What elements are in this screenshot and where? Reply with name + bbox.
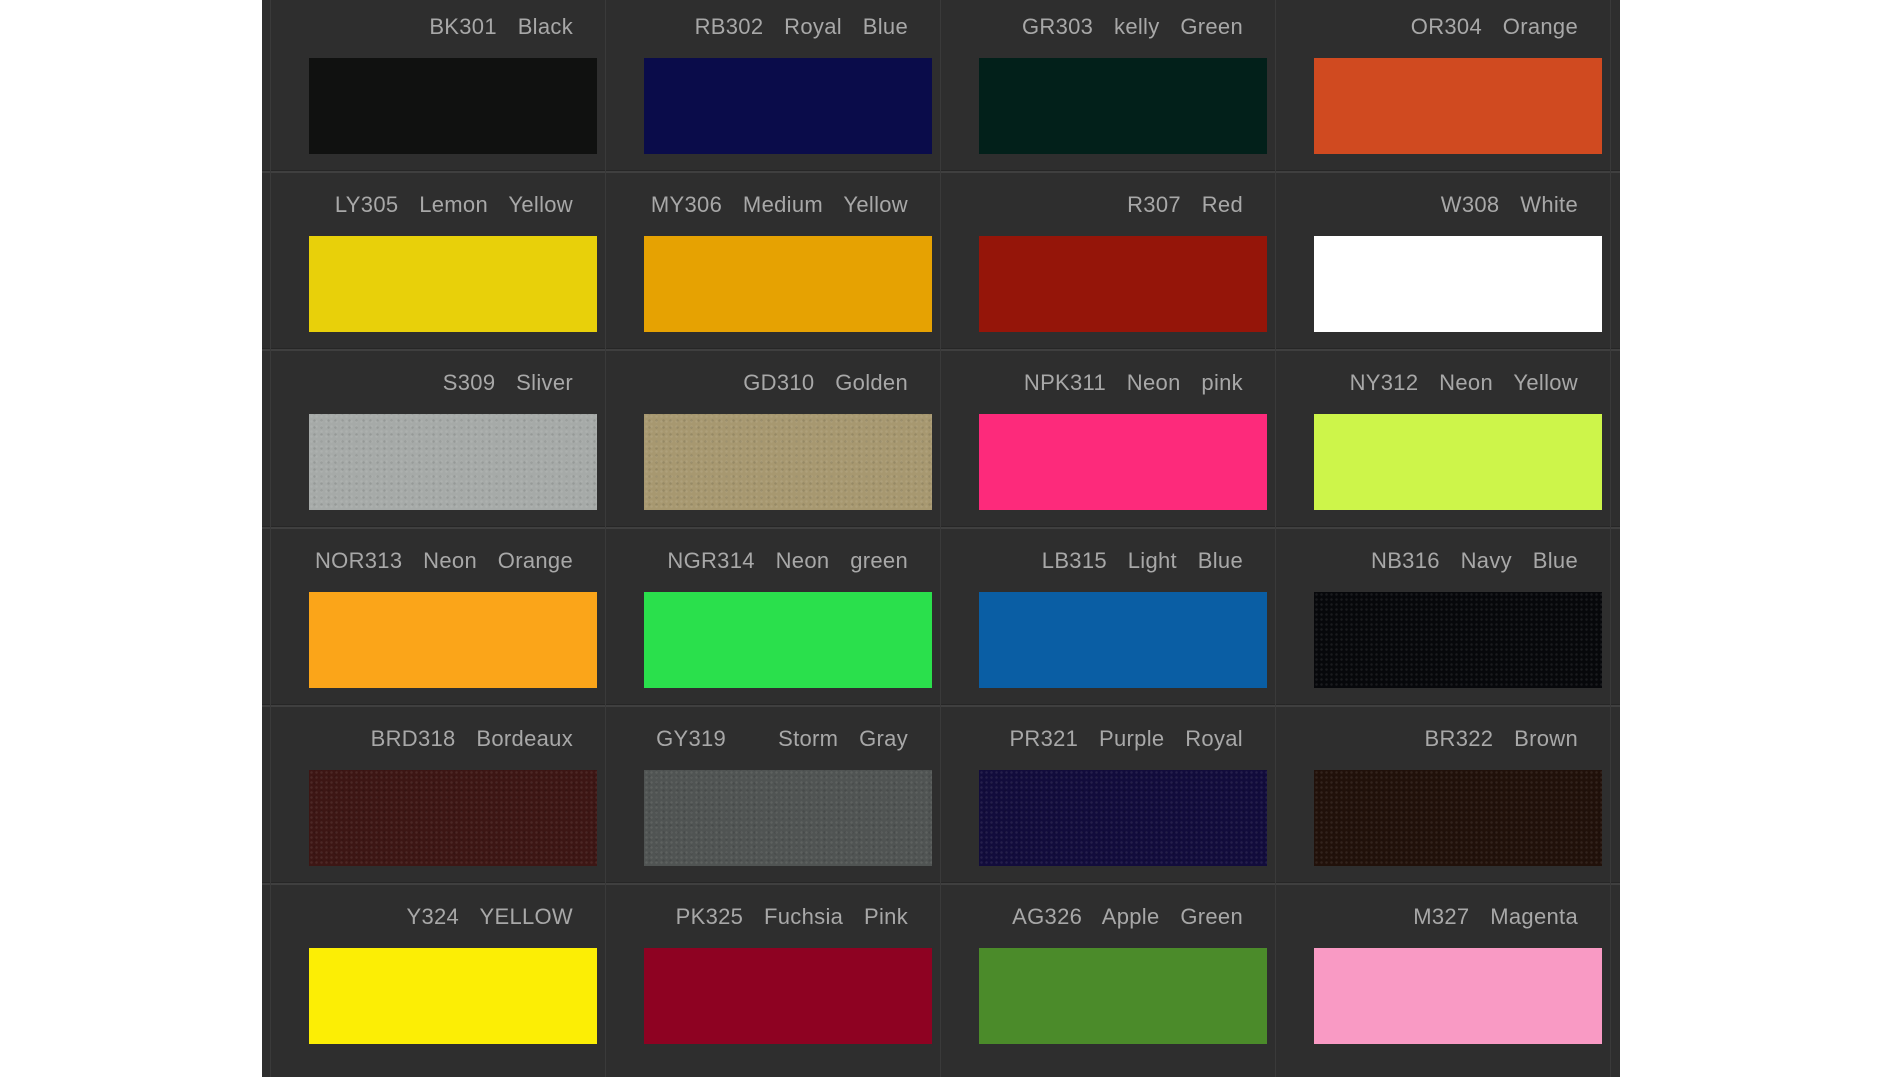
color-chip (309, 236, 597, 332)
swatch-label: GD310 Golden (743, 370, 908, 395)
color-chart-board: BK301 Black RB302 Royal Blue GR303 kelly G… (262, 0, 1620, 1077)
color-chip (1314, 948, 1602, 1044)
swatch-cell: MY306 Medium Yellow (597, 178, 932, 356)
swatch-label: S309 Sliver (442, 370, 573, 395)
swatch-cell: GY319 Storm Gray (597, 712, 932, 890)
color-chip (644, 414, 932, 510)
swatch-cell: NGR314 Neon green (597, 534, 932, 712)
swatch-cell: RB302 Royal Blue (597, 0, 932, 178)
color-chip (309, 58, 597, 154)
swatch-cell: GR303 kelly Green (932, 0, 1267, 178)
swatch-label: NOR313 Neon Orange (314, 548, 573, 573)
color-chip (309, 414, 597, 510)
color-chip (979, 58, 1267, 154)
color-chip (1314, 414, 1602, 510)
color-chip (309, 592, 597, 688)
swatch-label: M327 Magenta (1413, 904, 1578, 929)
swatch-cell: BK301 Black (262, 0, 597, 178)
swatch-label: NB316 Navy Blue (1371, 548, 1578, 573)
swatch-cell: Y324 YELLOW (262, 890, 597, 1068)
swatch-label: PR321 Purple Royal (1009, 726, 1243, 751)
swatch-cell: W308 White (1267, 178, 1602, 356)
swatch-label: NGR314 Neon green (667, 548, 908, 573)
color-chip (644, 770, 932, 866)
swatch-cell: PK325 Fuchsia Pink (597, 890, 932, 1068)
swatch-label: NY312 Neon Yellow (1349, 370, 1578, 395)
color-chip (309, 948, 597, 1044)
swatch-cell: M327 Magenta (1267, 890, 1602, 1068)
color-chip (1314, 58, 1602, 154)
swatch-cell: NPK311 Neon pink (932, 356, 1267, 534)
color-chip (979, 592, 1267, 688)
swatch-label: LB315 Light Blue (1041, 548, 1243, 573)
color-chip (644, 948, 932, 1044)
column-divider (1610, 0, 1611, 1077)
swatch-cell: BR322 Brown (1267, 712, 1602, 890)
color-chip (979, 236, 1267, 332)
color-chip (1314, 592, 1602, 688)
swatch-label: OR304 Orange (1410, 14, 1578, 39)
swatch-cell: NB316 Navy Blue (1267, 534, 1602, 712)
color-chip (644, 592, 932, 688)
swatch-cell: NOR313 Neon Orange (262, 534, 597, 712)
swatch-label: R307 Red (1127, 192, 1243, 217)
color-chip (979, 948, 1267, 1044)
swatch-cell: OR304 Orange (1267, 0, 1602, 178)
swatch-label: MY306 Medium Yellow (650, 192, 908, 217)
swatch-cell: LB315 Light Blue (932, 534, 1267, 712)
swatch-cell: S309 Sliver (262, 356, 597, 534)
swatch-label: GY319 Storm Gray (656, 726, 908, 751)
color-chip (1314, 770, 1602, 866)
swatch-label: W308 White (1440, 192, 1578, 217)
color-chip (644, 236, 932, 332)
color-chip (979, 770, 1267, 866)
swatch-label: AG326 Apple Green (1012, 904, 1243, 929)
swatch-cell: BRD318 Bordeaux (262, 712, 597, 890)
swatch-cell: AG326 Apple Green (932, 890, 1267, 1068)
swatch-label: PK325 Fuchsia Pink (675, 904, 908, 929)
color-chip (1314, 236, 1602, 332)
swatch-cell: R307 Red (932, 178, 1267, 356)
swatch-label: NPK311 Neon pink (1023, 370, 1243, 395)
swatch-label: RB302 Royal Blue (694, 14, 908, 39)
color-chip (979, 414, 1267, 510)
swatch-cell: NY312 Neon Yellow (1267, 356, 1602, 534)
color-chip (644, 58, 932, 154)
swatch-label: BR322 Brown (1424, 726, 1578, 751)
swatch-label: BK301 Black (429, 14, 573, 39)
swatch-cell: LY305 Lemon Yellow (262, 178, 597, 356)
swatch-cell: PR321 Purple Royal (932, 712, 1267, 890)
swatch-label: BRD318 Bordeaux (370, 726, 573, 751)
color-chip (309, 770, 597, 866)
swatch-label: Y324 YELLOW (406, 904, 573, 929)
swatch-label: GR303 kelly Green (1021, 14, 1243, 39)
swatch-label: LY305 Lemon Yellow (334, 192, 573, 217)
swatch-cell: GD310 Golden (597, 356, 932, 534)
